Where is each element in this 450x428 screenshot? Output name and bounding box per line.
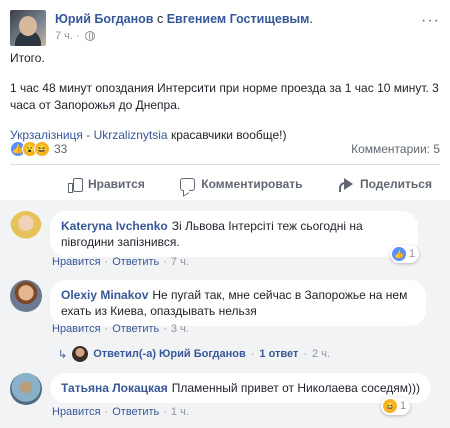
with-text: с (156, 12, 164, 26)
comment-icon (180, 177, 196, 191)
comment-reaction-count: 1 (400, 400, 407, 412)
post-paragraph-1: Итого. (10, 51, 45, 65)
replies-row[interactable]: ↳ Ответил(-а) Юрий Богданов · 1 ответ · … (58, 346, 330, 362)
divider (10, 164, 440, 165)
author-avatar[interactable] (10, 10, 46, 46)
comment-author[interactable]: Kateryna Ivchenko (61, 219, 168, 233)
comment-reaction-count: 1 (409, 248, 416, 260)
comment-time[interactable]: 1 ч. (171, 406, 189, 418)
replies-count-link[interactable]: 1 ответ (259, 348, 298, 360)
post-paragraph-2: 1 час 48 минут опоздания Интерсити при н… (10, 81, 439, 112)
share-label: Поделиться (359, 177, 432, 191)
replied-by-link[interactable]: Ответил(-а) Юрий Богданов (93, 348, 246, 360)
comment-bubble: Olexiy Minakov Не пугай так, мне сейчас в… (50, 280, 426, 326)
post-header: Юрий Богданов с Евгением Гостищевым. 7 ч… (10, 8, 440, 48)
reactions-summary[interactable]: 👍 😮 😆 33 (10, 141, 67, 157)
like-reaction-icon: 👍 (392, 247, 406, 261)
post-meta: 7 ч. · (55, 30, 95, 42)
haha-reaction-icon: 😆 (383, 399, 397, 413)
comment-reply-link[interactable]: Ответить (112, 256, 159, 268)
comment-text: Пламенный привет от Николаева соседям))) (171, 381, 421, 395)
like-button[interactable]: Нравится (60, 177, 153, 193)
comment-time[interactable]: 7 ч. (171, 256, 189, 268)
post-actions: Нравится Комментировать Поделиться (10, 168, 440, 200)
comment-button[interactable]: Комментировать (172, 177, 310, 191)
globe-icon (84, 31, 95, 41)
comment-time[interactable]: 3 ч. (171, 323, 189, 335)
comment-actions: Нравится · Ответить · 3 ч. (52, 323, 189, 335)
reply-time: 2 ч. (312, 348, 331, 360)
share-button[interactable]: Поделиться (330, 177, 440, 192)
author-name[interactable]: Юрий Богданов (55, 12, 153, 26)
post-time[interactable]: 7 ч. (55, 30, 73, 42)
reply-avatar (72, 346, 89, 362)
comment-actions: Нравится · Ответить · 1 ч. (52, 406, 189, 418)
comment-reply-link[interactable]: Ответить (112, 323, 159, 335)
share-icon (338, 177, 354, 192)
comment-bubble: Татьяна Локацкая Пламенный привет от Нико… (50, 373, 432, 403)
comment-reactions[interactable]: 👍 1 (390, 245, 420, 263)
comment-label: Комментировать (201, 177, 303, 191)
comment-like-link[interactable]: Нравится (52, 406, 101, 418)
commenter-avatar[interactable] (10, 211, 42, 243)
comments-count[interactable]: Комментарии: 5 (351, 142, 440, 156)
more-options-button[interactable]: ··· (421, 12, 440, 30)
comment-reactions[interactable]: 😆 1 (381, 397, 411, 415)
author-line: Юрий Богданов с Евгением Гостищевым. (55, 12, 313, 26)
reactions-bar: 👍 😮 😆 33 Комментарии: 5 (10, 139, 440, 159)
reply-arrow-icon: ↳ (58, 348, 68, 361)
thumbs-up-icon (68, 177, 83, 193)
comment-author[interactable]: Татьяна Локацкая (61, 381, 168, 395)
comment-reply-link[interactable]: Ответить (112, 406, 159, 418)
haha-reaction-icon: 😆 (34, 141, 50, 157)
commenter-avatar[interactable] (10, 373, 42, 405)
commenter-avatar[interactable] (10, 280, 42, 312)
like-label: Нравится (88, 177, 145, 191)
comment-like-link[interactable]: Нравится (52, 256, 101, 268)
comment-like-link[interactable]: Нравится (52, 323, 101, 335)
reactions-count[interactable]: 33 (54, 142, 67, 156)
comment-author[interactable]: Olexiy Minakov (61, 288, 148, 302)
tagged-friend[interactable]: Евгением Гостищевым (167, 12, 310, 26)
comment-bubble: Kateryna Ivchenko Зі Львова Інтерсіті теж… (50, 211, 418, 257)
comment-actions: Нравится · Ответить · 7 ч. (52, 256, 189, 268)
